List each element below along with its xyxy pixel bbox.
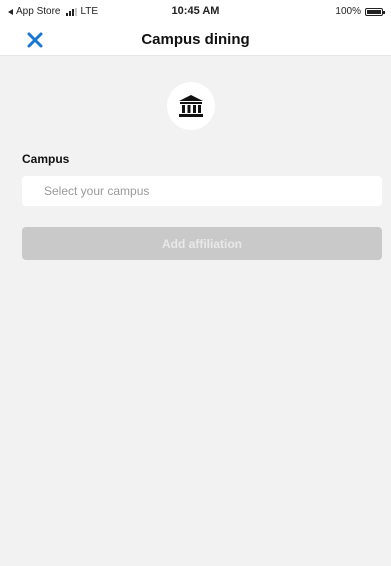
institution-icon-badge [167,82,215,130]
add-affiliation-label: Add affiliation [162,236,242,251]
nav-bar: Campus dining [0,24,391,56]
status-right: 100% [335,6,385,17]
campus-placeholder: Select your campus [44,184,150,198]
status-bar: App Store LTE 10:45 AM 100% [0,0,391,24]
bank-building-icon [179,95,203,117]
add-affiliation-button[interactable]: Add affiliation [22,227,382,260]
status-time: 10:45 AM [171,5,220,17]
campus-label: Campus [22,152,70,166]
page-title: Campus dining [141,31,250,48]
campus-select-field[interactable]: Select your campus [22,176,382,206]
battery-icon [365,7,385,16]
battery-percent: 100% [335,6,361,17]
